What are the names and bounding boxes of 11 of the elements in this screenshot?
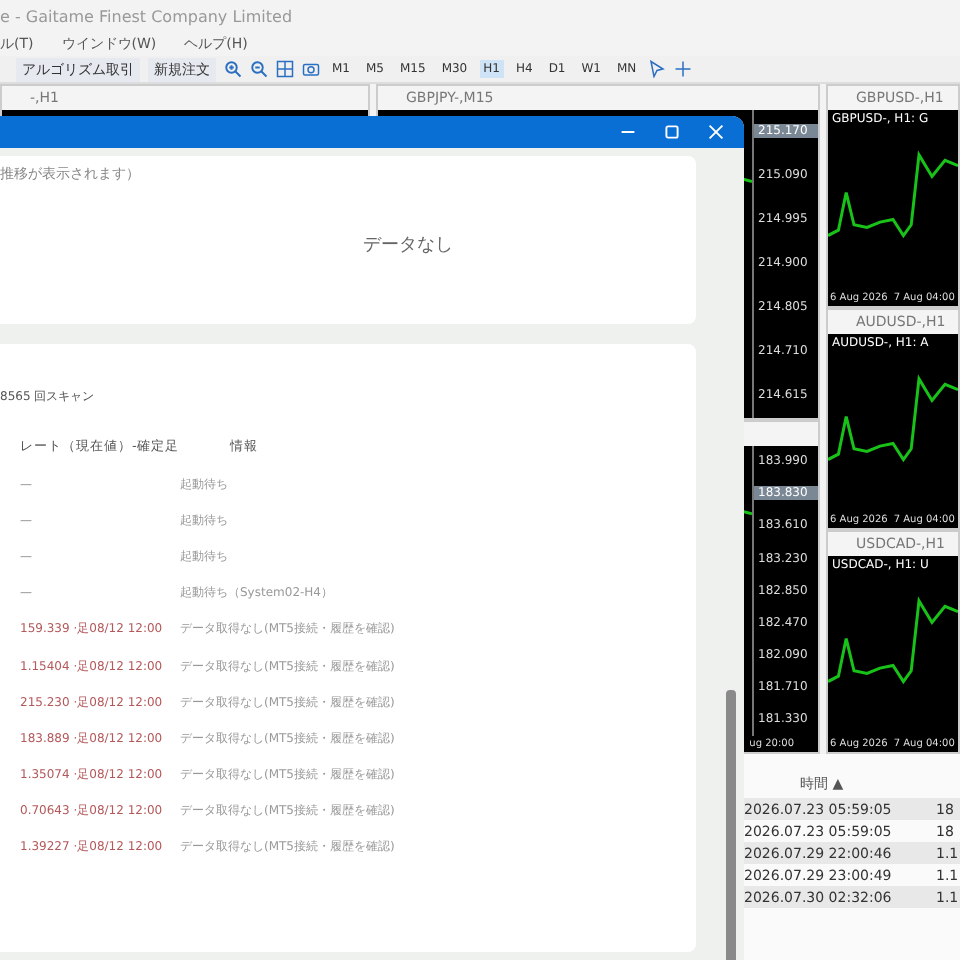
window-title: e - Gaitame Finest Company Limited [0,7,293,25]
scrollbar[interactable] [726,690,736,960]
zoom-in-icon[interactable] [224,60,242,78]
maximize-icon[interactable] [664,124,680,140]
close-icon[interactable] [708,124,724,140]
grid-icon[interactable] [276,60,294,78]
zoom-out-icon[interactable] [250,60,268,78]
cursor-icon[interactable] [648,60,667,78]
camera-icon[interactable] [302,60,320,78]
crosshair-icon[interactable] [674,60,693,78]
empty-message: データなし [363,234,453,258]
